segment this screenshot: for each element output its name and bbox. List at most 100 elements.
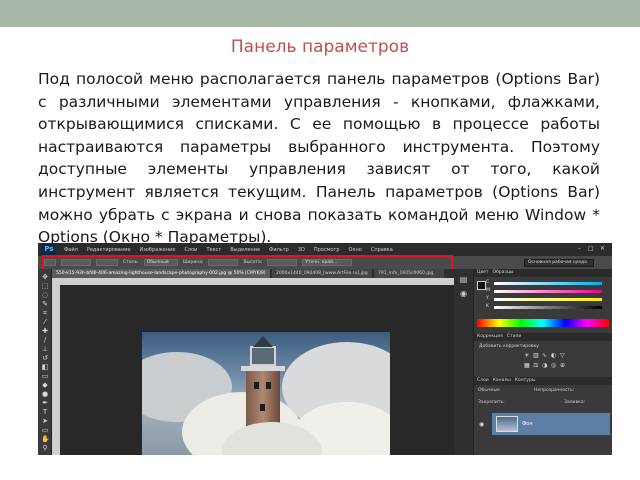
- menu-image[interactable]: Изображение: [139, 247, 175, 253]
- close-icon[interactable]: ✕: [600, 245, 605, 252]
- slider-label-m: M: [486, 288, 490, 293]
- brightness-icon[interactable]: ☀: [524, 353, 530, 359]
- path-select-icon[interactable]: ➤: [41, 417, 49, 425]
- crop-icon[interactable]: ⌗: [41, 309, 49, 317]
- slide-title: Панель параметров: [230, 37, 410, 57]
- tab-color[interactable]: Цвет: [477, 269, 489, 277]
- fill-label: Заливка:: [564, 400, 586, 405]
- slider-label-y: Y: [486, 296, 489, 301]
- layer-lock-controls: Закрепить: Заливка:: [474, 397, 612, 409]
- document-tabs: 550-k15-93h-bfd6-406-amazing-lighthouse-…: [52, 269, 454, 278]
- magenta-slider[interactable]: [494, 290, 602, 293]
- tab-adjustments[interactable]: Коррекция: [477, 333, 503, 341]
- shape-icon[interactable]: ▭: [41, 426, 49, 434]
- slider-label-k: K: [486, 304, 489, 309]
- menu-3d[interactable]: 3D: [298, 247, 305, 253]
- photoshop-screenshot: Ps Файл Редактирование Изображение Слои …: [38, 243, 612, 455]
- menu-help[interactable]: Справка: [371, 247, 393, 253]
- minimize-icon[interactable]: –: [578, 245, 581, 252]
- slider-label-c: C: [486, 280, 490, 285]
- doc-tab-active[interactable]: 550-k15-93h-bfd6-406-amazing-lighthouse-…: [52, 269, 270, 278]
- curves-icon[interactable]: ∿: [542, 353, 548, 359]
- vertical-ruler: [52, 278, 60, 455]
- maximize-icon[interactable]: □: [588, 245, 594, 252]
- black-slider[interactable]: [494, 306, 602, 309]
- menu-type[interactable]: Текст: [206, 247, 221, 253]
- tab-layers[interactable]: Слои: [477, 377, 489, 385]
- menu-window[interactable]: Окно: [349, 247, 362, 253]
- doc-tab[interactable]: 791_info_1605c0060.jpg: [374, 269, 444, 278]
- type-icon[interactable]: T: [41, 408, 49, 416]
- lighthouse-window: [260, 404, 265, 411]
- lighthouse-window: [254, 382, 259, 389]
- hue-icon[interactable]: ▦: [524, 363, 530, 369]
- color-panel-tabs: Цвет Образцы: [474, 269, 612, 277]
- adjust-panel-tabs: Коррекция Стили: [474, 333, 612, 341]
- blend-mode-select[interactable]: Обычные: [478, 387, 500, 395]
- layer-thumbnail: [496, 416, 518, 432]
- foreground-color-swatch[interactable]: [477, 281, 486, 290]
- slide-paragraph: Под полосой меню располагается панель па…: [38, 70, 600, 247]
- eraser-icon[interactable]: ◧: [41, 363, 49, 371]
- right-panels: Цвет Образцы C M Y K Коррекция Стили Доб…: [473, 269, 612, 455]
- properties-icon[interactable]: ◉: [459, 289, 468, 298]
- lighthouse-gallery: [241, 366, 285, 371]
- eyedropper-icon[interactable]: ⁄: [41, 318, 49, 326]
- channel-mixer-icon[interactable]: ⊕: [560, 363, 566, 369]
- yellow-slider[interactable]: [494, 298, 602, 301]
- document-canvas[interactable]: [60, 285, 454, 455]
- pen-icon[interactable]: ✒: [41, 399, 49, 407]
- vibrance-icon[interactable]: ▽: [560, 353, 566, 359]
- layer-row-background[interactable]: Фон: [492, 413, 610, 435]
- horizontal-ruler: [60, 278, 454, 285]
- collapsed-panels-strip: ▤ ◉: [454, 269, 473, 455]
- ps-logo: Ps: [42, 244, 56, 255]
- lighthouse-roof: [253, 336, 273, 347]
- lasso-icon[interactable]: ◌: [41, 291, 49, 299]
- opacity-label: Непрозрачность:: [534, 388, 575, 393]
- gradient-icon[interactable]: ▭: [41, 372, 49, 380]
- lock-label: Закрепить:: [478, 400, 505, 405]
- clone-icon[interactable]: ⊥: [41, 345, 49, 353]
- menu-select[interactable]: Выделение: [230, 247, 260, 253]
- menu-view[interactable]: Просмотр: [314, 247, 340, 253]
- workspace-select[interactable]: Основная рабочая среда: [524, 259, 594, 267]
- layers-panel-tabs: Слои Каналы Контуры: [474, 377, 612, 385]
- move-icon[interactable]: ✥: [41, 273, 49, 281]
- history-brush-icon[interactable]: ↺: [41, 354, 49, 362]
- menu-layer[interactable]: Слои: [184, 247, 197, 253]
- tab-channels[interactable]: Каналы: [493, 377, 511, 385]
- blur-icon[interactable]: ◆: [41, 381, 49, 389]
- exposure-icon[interactable]: ◐: [551, 353, 557, 359]
- tab-paths[interactable]: Контуры: [515, 377, 536, 385]
- menu-edit[interactable]: Редактирование: [87, 247, 131, 253]
- lighthouse-window: [266, 382, 271, 389]
- visibility-eye-icon[interactable]: ◉: [479, 421, 489, 428]
- quick-select-icon[interactable]: ✎: [41, 300, 49, 308]
- adjustment-icons-row1: ☀ ▥ ∿ ◐ ▽: [524, 353, 584, 361]
- brush-icon[interactable]: /: [41, 336, 49, 344]
- menu-filter[interactable]: Фильтр: [269, 247, 289, 253]
- healing-icon[interactable]: ✚: [41, 327, 49, 335]
- color-balance-icon[interactable]: ⚖: [533, 363, 539, 369]
- tools-panel: ✥ ⬚ ◌ ✎ ⌗ ⁄ ✚ / ⊥ ↺ ◧ ▭ ◆ ● ✒ T ➤ ▭ ✋ ⚲: [38, 269, 52, 455]
- lighthouse-photo: [142, 332, 390, 455]
- menu-file[interactable]: Файл: [64, 247, 78, 253]
- color-spectrum[interactable]: [477, 319, 609, 327]
- adjust-title: Добавить корректировку: [479, 344, 539, 349]
- zoom-icon[interactable]: ⚲: [41, 444, 49, 452]
- history-icon[interactable]: ▤: [459, 275, 468, 284]
- photo-filter-icon[interactable]: ◎: [551, 363, 557, 369]
- marquee-icon[interactable]: ⬚: [41, 282, 49, 290]
- levels-icon[interactable]: ▥: [533, 353, 539, 359]
- adjustment-icons-row2: ▦ ⚖ ◑ ◎ ⊕: [524, 363, 584, 371]
- slide-top-band: [0, 0, 640, 27]
- tab-styles[interactable]: Стили: [507, 333, 522, 341]
- cyan-slider[interactable]: [494, 282, 602, 285]
- tab-swatches[interactable]: Образцы: [493, 269, 514, 277]
- layer-name: Фон: [522, 421, 533, 427]
- bw-icon[interactable]: ◑: [542, 363, 548, 369]
- hand-icon[interactable]: ✋: [41, 435, 50, 443]
- dodge-icon[interactable]: ●: [41, 390, 49, 398]
- doc-tab[interactable]: 2000x1440_090408_[www.ArtFile.ru].jpg: [272, 269, 372, 278]
